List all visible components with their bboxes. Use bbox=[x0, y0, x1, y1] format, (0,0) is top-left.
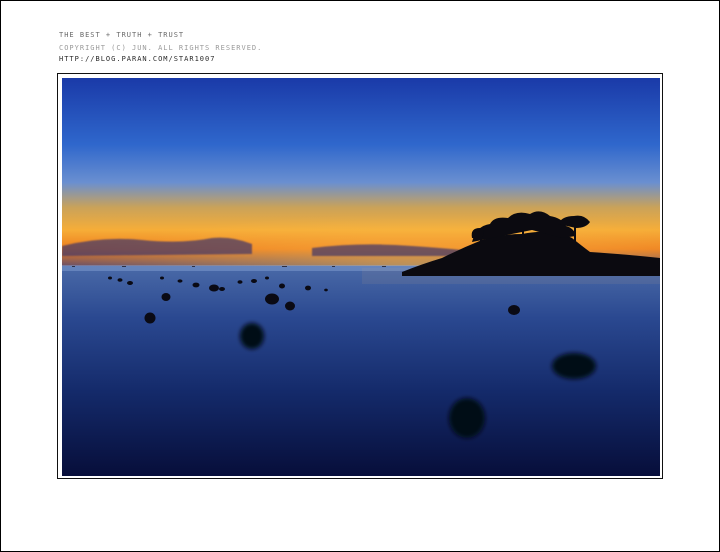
photo-frame bbox=[57, 73, 663, 479]
tagline-caption: the best + truth + trust bbox=[59, 31, 185, 39]
photo-canvas bbox=[62, 78, 660, 476]
photo-card: the best + truth + trust copyright (c) j… bbox=[1, 1, 719, 551]
copyright-caption: copyright (c) jun. all rights reserved. bbox=[59, 44, 263, 52]
foreground-post-2 bbox=[552, 353, 596, 379]
foreground-post-1 bbox=[240, 323, 264, 349]
blog-url-link[interactable]: http://blog.paran.com/star1007 bbox=[59, 55, 215, 64]
sunset-photo bbox=[62, 78, 660, 476]
foreground-post-3 bbox=[449, 398, 485, 438]
